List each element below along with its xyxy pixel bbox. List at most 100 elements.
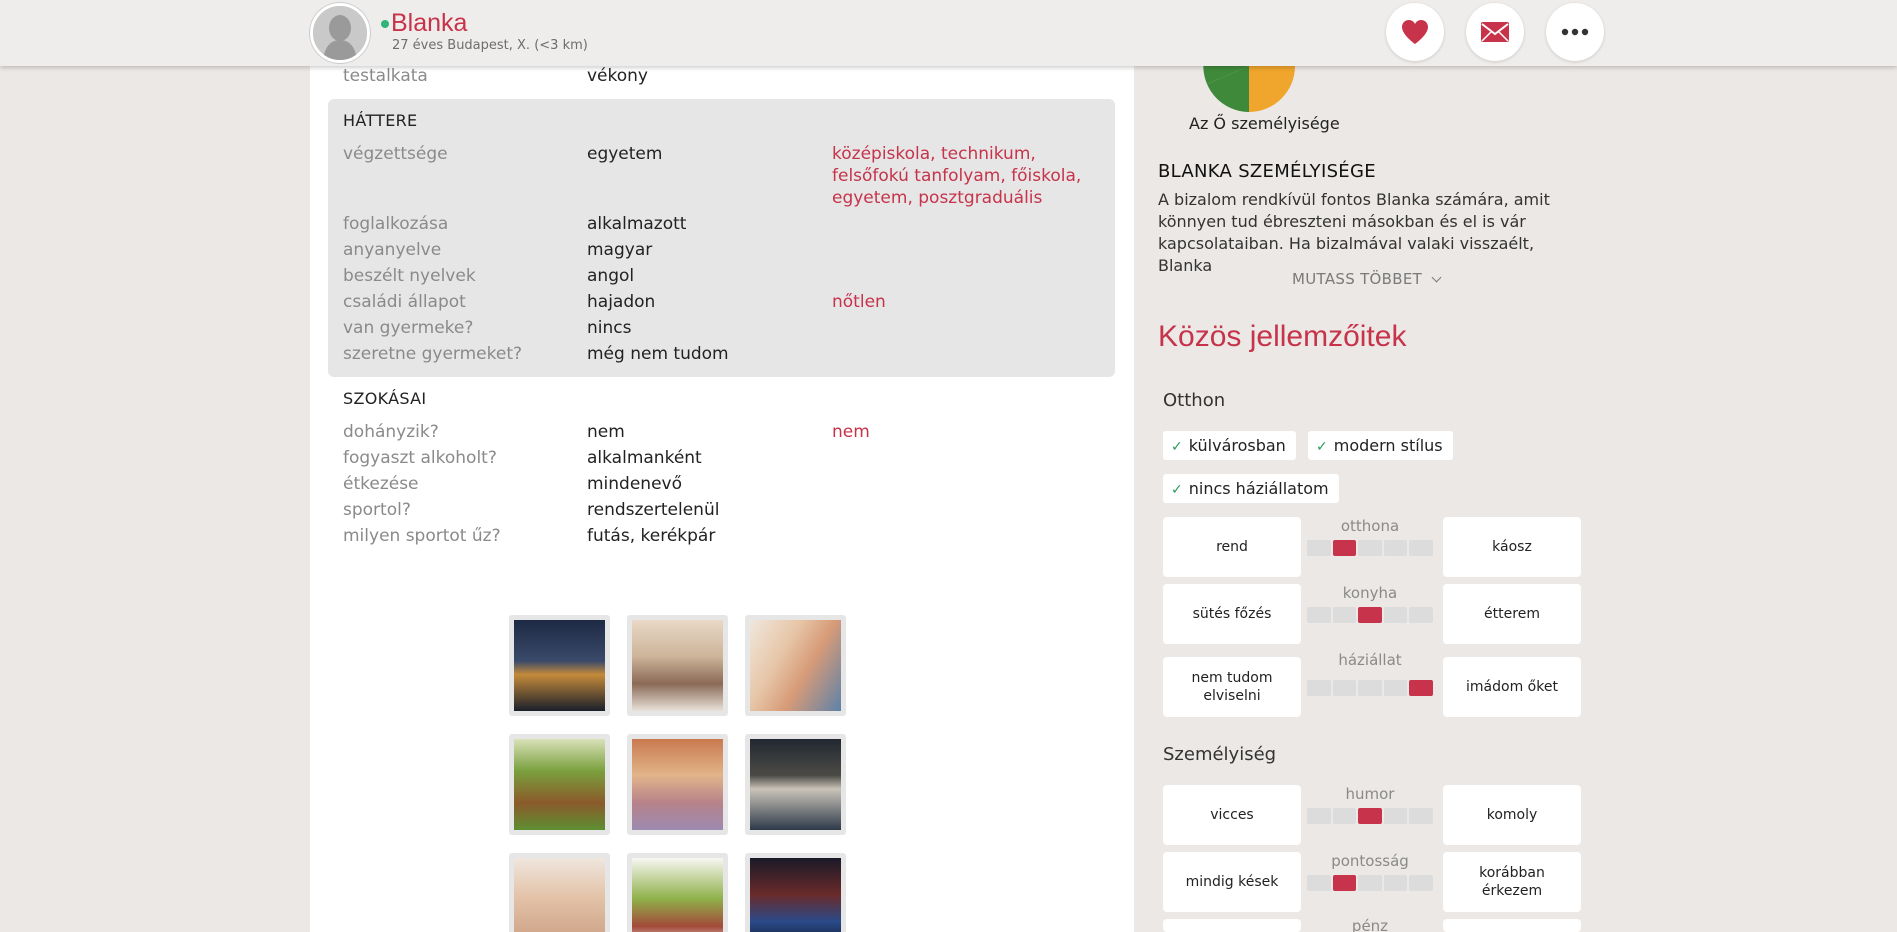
trait-tag: ✓ külvárosban — [1163, 431, 1296, 460]
avatar[interactable] — [310, 3, 370, 63]
scale-label: humor — [1345, 785, 1395, 803]
detail-label: étkezése — [343, 474, 419, 494]
scale-segment — [1307, 875, 1331, 891]
scale-bar — [1307, 875, 1433, 891]
detail-label: sportol? — [343, 500, 411, 520]
section-title-habits: SZOKÁSAI — [343, 389, 427, 408]
online-status-icon — [381, 20, 389, 28]
photo-thumbnail[interactable] — [627, 853, 728, 932]
detail-value: magyar — [587, 240, 653, 260]
scale-label: konyha — [1342, 584, 1398, 602]
partner-preference: középiskola, technikum, — [832, 144, 1036, 164]
scale-segment — [1358, 540, 1382, 556]
scale-left-option: sütés főzés — [1163, 584, 1301, 644]
photo-image — [514, 620, 605, 711]
partner-preference: felsőfokú tanfolyam, főiskola, — [832, 166, 1082, 186]
like-button[interactable] — [1386, 3, 1444, 61]
detail-value: hajadon — [587, 292, 656, 312]
profile-header: Blanka 27 éves Budapest, X. (<3 km) — [0, 0, 1897, 66]
scale-segment-selected — [1409, 680, 1433, 696]
show-more-button[interactable]: MUTASS TÖBBET — [1292, 270, 1442, 288]
detail-label: van gyermeke? — [343, 318, 474, 338]
more-icon — [1561, 28, 1589, 36]
detail-label: foglalkozása — [343, 214, 449, 234]
scale-right-option: imádom őket — [1443, 657, 1581, 717]
detail-value: nem — [587, 422, 625, 442]
scale-bar — [1307, 540, 1433, 556]
partner-preference: nem — [832, 422, 870, 442]
personality-caption: Az Ő személyisége — [1189, 114, 1340, 133]
photo-thumbnail[interactable] — [509, 853, 610, 932]
detail-label: anyanyelve — [343, 240, 442, 260]
avatar-silhouette-icon — [313, 6, 367, 60]
trait-tag: ✓ modern stílus — [1308, 431, 1453, 460]
profile-name[interactable]: Blanka — [391, 9, 467, 38]
detail-value: rendszertelenül — [587, 500, 720, 520]
photo-image — [632, 620, 723, 711]
detail-label: milyen sportot űz? — [343, 526, 501, 546]
partner-preference: egyetem, posztgraduális — [832, 188, 1043, 208]
message-button[interactable] — [1466, 3, 1524, 61]
scale-segment — [1383, 540, 1408, 556]
profile-subtitle: 27 éves Budapest, X. (<3 km) — [392, 38, 588, 53]
photo-thumbnail[interactable] — [627, 615, 728, 716]
detail-value: vékony — [587, 66, 648, 86]
scale-left-option: vicces — [1163, 785, 1301, 845]
scale-segment — [1383, 875, 1408, 891]
more-options-button[interactable] — [1546, 3, 1604, 61]
heart-icon — [1402, 20, 1428, 44]
photo-image — [750, 858, 841, 932]
scale-bar — [1307, 680, 1433, 696]
photo-thumbnail[interactable] — [745, 853, 846, 932]
partner-preference: nőtlen — [832, 292, 886, 312]
detail-value: egyetem — [587, 144, 663, 164]
scale-right-option: étterem — [1443, 584, 1581, 644]
scale-segment — [1307, 540, 1331, 556]
scale-segment-selected — [1358, 808, 1382, 824]
category-title-personality: Személyiség — [1163, 744, 1277, 765]
photo-thumbnail[interactable] — [509, 615, 610, 716]
scale-left-option: rend — [1163, 517, 1301, 577]
personality-text: A bizalom rendkívül fontos Blanka számár… — [1158, 190, 1550, 275]
pie-slice-orange — [1249, 66, 1295, 112]
scale-segment — [1383, 607, 1408, 623]
scale-segment — [1307, 680, 1331, 696]
scale-segment — [1358, 875, 1382, 891]
photo-thumbnail[interactable] — [627, 734, 728, 835]
scale-right-option — [1443, 919, 1581, 932]
photo-image — [632, 739, 723, 830]
scale-segment — [1383, 680, 1408, 696]
trait-tag: ✓ nincs háziállatom — [1163, 474, 1339, 503]
scale-segment — [1358, 680, 1382, 696]
section-title-background: HÁTTERE — [343, 111, 418, 130]
check-icon: ✓ — [1316, 439, 1328, 455]
trait-tag-label: nincs háziállatom — [1188, 479, 1329, 498]
scale-bar — [1307, 808, 1433, 824]
scale-right-option: korábban érkezem — [1443, 852, 1581, 912]
trait-tag-label: külvárosban — [1188, 436, 1286, 455]
detail-label: végzettsége — [343, 144, 448, 164]
photo-thumbnail[interactable] — [745, 734, 846, 835]
photo-thumbnail[interactable] — [509, 734, 610, 835]
detail-value: alkalmazott — [587, 214, 687, 234]
photo-image — [750, 620, 841, 711]
scale-segment — [1307, 808, 1331, 824]
scale-segment — [1409, 540, 1433, 556]
detail-label: testalkata — [343, 66, 428, 86]
scale-label: otthona — [1340, 517, 1400, 535]
scale-left-option: mindig kések — [1163, 852, 1301, 912]
scale-segment-selected — [1332, 540, 1357, 556]
detail-label: beszélt nyelvek — [343, 266, 476, 286]
scale-segment — [1409, 808, 1433, 824]
check-icon: ✓ — [1171, 482, 1183, 498]
scale-right-option: káosz — [1443, 517, 1581, 577]
scale-segment — [1409, 875, 1433, 891]
personality-title: BLANKA SZEMÉLYISÉGE — [1158, 161, 1376, 182]
scale-segment-selected — [1358, 607, 1382, 623]
scale-segment — [1383, 808, 1408, 824]
photo-image — [514, 858, 605, 932]
photo-thumbnail[interactable] — [745, 615, 846, 716]
scale-label: pontosság — [1331, 852, 1409, 870]
detail-value: futás, kerékpár — [587, 526, 716, 546]
show-more-label: MUTASS TÖBBET — [1292, 270, 1423, 288]
